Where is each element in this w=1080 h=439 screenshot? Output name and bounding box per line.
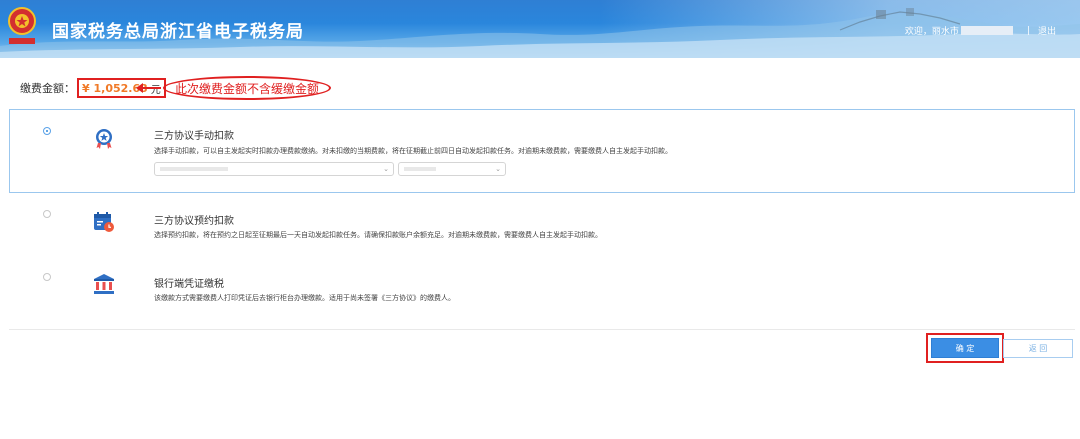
back-button[interactable]: 返 回 — [1003, 339, 1073, 358]
payment-amount-label: 缴费金额： — [20, 82, 75, 95]
account-select-value-masked — [160, 167, 228, 171]
badge-star-icon — [96, 129, 112, 149]
username-masked — [960, 26, 1013, 35]
header-separator: | — [1026, 25, 1030, 36]
page-header: 国家税务总局浙江省电子税务局 欢迎，丽水市 | 退出 — [0, 0, 1080, 58]
option-bank-voucher-radio[interactable] — [43, 273, 51, 281]
logout-link[interactable]: 退出 — [1038, 24, 1056, 37]
calendar-clock-icon — [94, 212, 114, 232]
confirm-button[interactable]: 确 定 — [931, 338, 999, 358]
chevron-down-icon: ⌄ — [495, 165, 501, 173]
chevron-down-icon: ⌄ — [383, 165, 389, 173]
annotation-arrow-head — [136, 83, 143, 93]
option-scheduled-debit-radio[interactable] — [43, 210, 51, 218]
user-area: 欢迎，丽水市 | 退出 — [904, 24, 1056, 38]
option-manual-debit-radio[interactable] — [43, 127, 51, 135]
account-select[interactable]: ⌄ — [154, 162, 394, 176]
option-scheduled-debit-desc: 选择预约扣款，将在预约之日起至征期最后一天自动发起扣款任务。请确保扣款账户余额充… — [154, 231, 602, 239]
bank-select[interactable]: ⌄ — [398, 162, 506, 176]
annotation-callout: 此次缴费金额不含缓缴金额 — [163, 76, 331, 100]
bank-icon — [94, 274, 114, 294]
site-title: 国家税务总局浙江省电子税务局 — [52, 22, 304, 42]
option-manual-debit-desc: 选择手动扣款，可以自主发起实时扣款办理费款缴纳。对未扣缴的当期费款，将在征期截止… — [154, 147, 672, 155]
welcome-text: 欢迎，丽水市 — [904, 27, 959, 37]
option-bank-voucher-title: 银行端凭证缴税 — [154, 279, 224, 290]
option-manual-debit-title: 三方协议手动扣款 — [154, 131, 234, 142]
bank-select-value-masked — [404, 167, 436, 171]
option-bank-voucher-desc: 该缴款方式需要缴费人打印凭证后去银行柜台办理缴款。适用于尚未签署《三方协议》的缴… — [154, 294, 455, 302]
tax-emblem-icon — [8, 7, 36, 44]
content-divider — [9, 329, 1075, 330]
option-scheduled-debit-title: 三方协议预约扣款 — [154, 216, 234, 227]
